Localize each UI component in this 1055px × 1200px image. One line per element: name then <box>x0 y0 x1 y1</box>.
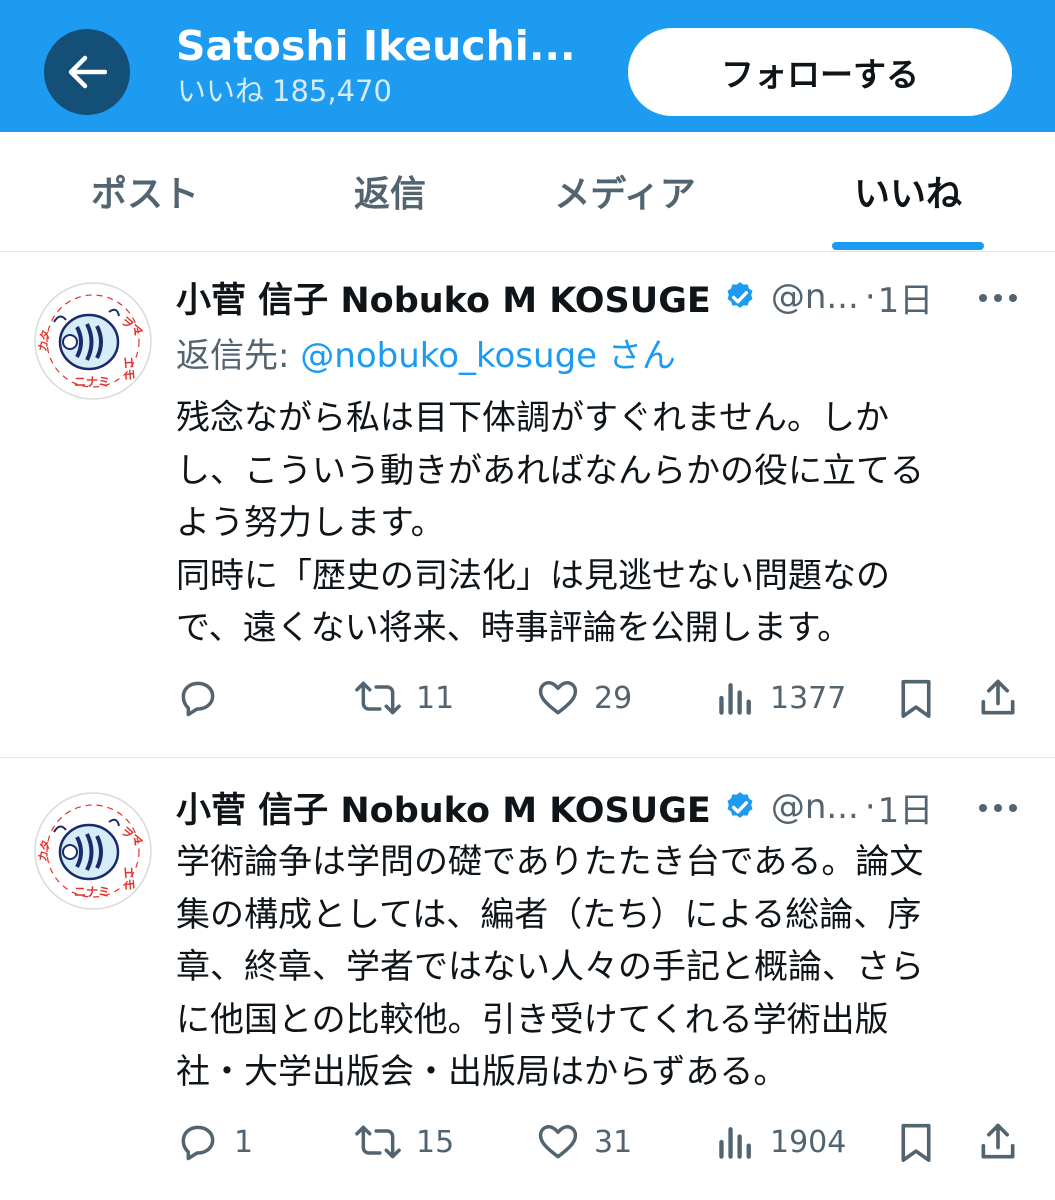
profile-name: Satoshi Ikeuchi... <box>176 22 576 70</box>
tab-replies[interactable]: 返信 <box>330 132 450 250</box>
tweet-actions: 11 29 1377 <box>0 668 1055 728</box>
tweet-text: 残念ながら私は目下体調がすぐれません。しか し、こういう動きがあればなんらかの役… <box>176 392 1026 655</box>
tweet-author-row: 小菅 信子 Nobuko M KOSUGE @n... · 1日 <box>176 272 933 322</box>
retweet-icon <box>355 1125 401 1159</box>
views-button[interactable]: 1904 <box>716 1112 846 1172</box>
avatar-image: ヲマ エモ ニナミ カタ <box>34 282 152 400</box>
svg-text:ニナミ: ニナミ <box>74 885 110 899</box>
likes-label: いいね <box>177 74 265 108</box>
reply-icon <box>181 681 215 717</box>
tab-likes[interactable]: いいね <box>832 132 984 250</box>
author-handle[interactable]: @n... <box>771 787 859 827</box>
more-horizontal-icon[interactable] <box>976 288 1020 308</box>
bookmark-icon <box>901 1123 931 1162</box>
likes-count-label: いいね 185,470 <box>177 68 392 110</box>
active-tab-indicator <box>832 242 984 250</box>
tweet-text-line: し、こういう動きがあればなんらかの役に立てる <box>176 450 924 491</box>
back-button[interactable] <box>44 29 130 115</box>
tweet-text-line: 集の構成としては、編者（たち）による総論、序 <box>176 894 922 935</box>
share-button[interactable] <box>976 1112 1020 1172</box>
tweet-text-line: 社・大学出版会・出版局はからずある。 <box>176 1052 788 1092</box>
follow-button[interactable]: フォローする <box>628 28 1012 116</box>
bookmark-button[interactable] <box>896 1112 936 1172</box>
bookmark-icon <box>901 679 931 718</box>
separator-dot: · <box>864 277 876 317</box>
heart-icon <box>538 681 578 715</box>
arrow-left-icon <box>68 55 107 89</box>
share-button[interactable] <box>976 668 1020 728</box>
views-count: 1904 <box>770 1124 847 1160</box>
like-button[interactable]: 31 <box>536 1112 632 1172</box>
reply-button[interactable] <box>176 668 234 728</box>
likes-count: 185,470 <box>272 74 392 108</box>
retweet-icon <box>355 681 401 715</box>
views-button[interactable]: 1377 <box>716 668 846 728</box>
reply-to-line: 返信先: @nobuko_kosuge さん <box>176 328 676 377</box>
tweet-text-line: で、遠くない将来、時事評論を公開します。 <box>176 608 852 648</box>
svg-text:ニナミ: ニナミ <box>74 375 110 389</box>
tweet-text-line: 残念ながら私は目下体調がすぐれません。しか <box>176 398 889 438</box>
author-name[interactable]: 小菅 信子 Nobuko M KOSUGE <box>176 272 711 323</box>
svg-text:エモ: エモ <box>121 866 137 891</box>
profile-tabs: ポスト 返信 メディア いいね <box>0 132 1055 252</box>
verified-badge-icon <box>727 792 753 818</box>
tweet-text: 学術論争は学問の礎でありたたき台である。論文 集の構成としては、編者（たち）によ… <box>176 836 1026 1099</box>
reply-icon <box>181 1125 215 1161</box>
separator-dot: · <box>864 787 876 827</box>
profile-header: Satoshi Ikeuchi... いいね 185,470 フォローする <box>0 0 1055 132</box>
views-icon <box>719 683 751 715</box>
reply-to-prefix: 返信先: <box>176 336 301 376</box>
tweet-text-line: に他国との比較他。引き受けてくれる学術出版 <box>176 999 889 1040</box>
tweet-timestamp[interactable]: 1日 <box>878 273 934 322</box>
share-icon <box>981 1123 1015 1159</box>
tweet[interactable]: ヲマ エモ ニナミ カタ 小菅 信子 Nobuko M KOSUGE @n...… <box>0 252 1055 758</box>
retweet-button[interactable]: 11 <box>354 668 454 728</box>
tweet-text-line: 章、終章、学者ではない人々の手記と概論、さら <box>176 947 924 987</box>
avatar-image: ヲマ エモ ニナミ カタ <box>34 792 152 910</box>
avatar[interactable]: ヲマ エモ ニナミ カタ <box>34 282 152 400</box>
like-button[interactable]: 29 <box>536 668 632 728</box>
tweet-actions: 1 15 31 1904 <box>0 1112 1055 1172</box>
like-count: 29 <box>594 680 633 716</box>
like-count: 31 <box>594 1124 633 1160</box>
tweet-timestamp[interactable]: 1日 <box>878 783 934 832</box>
verified-badge-icon <box>727 282 753 308</box>
author-handle[interactable]: @n... <box>771 277 859 317</box>
share-icon <box>981 679 1015 715</box>
views-count: 1377 <box>770 680 847 716</box>
tweet[interactable]: ヲマ エモ ニナミ カタ 小菅 信子 Nobuko M KOSUGE @n...… <box>0 758 1055 1200</box>
more-horizontal-icon[interactable] <box>976 798 1020 818</box>
reply-to-suffix: さん <box>597 336 676 376</box>
tweet-text-line: 学術論争は学問の礎でありたたき台である。論文 <box>176 842 924 882</box>
bookmark-button[interactable] <box>896 668 936 728</box>
tweet-text-line: 同時に「歴史の司法化」は見逃せない問題なの <box>176 555 890 596</box>
retweet-button[interactable]: 15 <box>354 1112 454 1172</box>
views-icon <box>719 1127 751 1159</box>
tab-media[interactable]: メディア <box>540 132 710 250</box>
tweet-text-line: よう努力します。 <box>176 503 445 543</box>
heart-icon <box>538 1125 578 1159</box>
author-name[interactable]: 小菅 信子 Nobuko M KOSUGE <box>176 782 711 833</box>
retweet-count: 11 <box>416 680 455 716</box>
tweet-author-row: 小菅 信子 Nobuko M KOSUGE @n... · 1日 <box>176 782 933 832</box>
tab-posts[interactable]: ポスト <box>70 132 220 250</box>
avatar[interactable]: ヲマ エモ ニナミ カタ <box>34 792 152 910</box>
reply-count: 1 <box>234 1124 254 1160</box>
retweet-count: 15 <box>416 1124 455 1160</box>
svg-text:エモ: エモ <box>121 356 137 381</box>
reply-button[interactable]: 1 <box>176 1112 253 1172</box>
reply-to-mention[interactable]: @nobuko_kosuge <box>300 336 597 376</box>
